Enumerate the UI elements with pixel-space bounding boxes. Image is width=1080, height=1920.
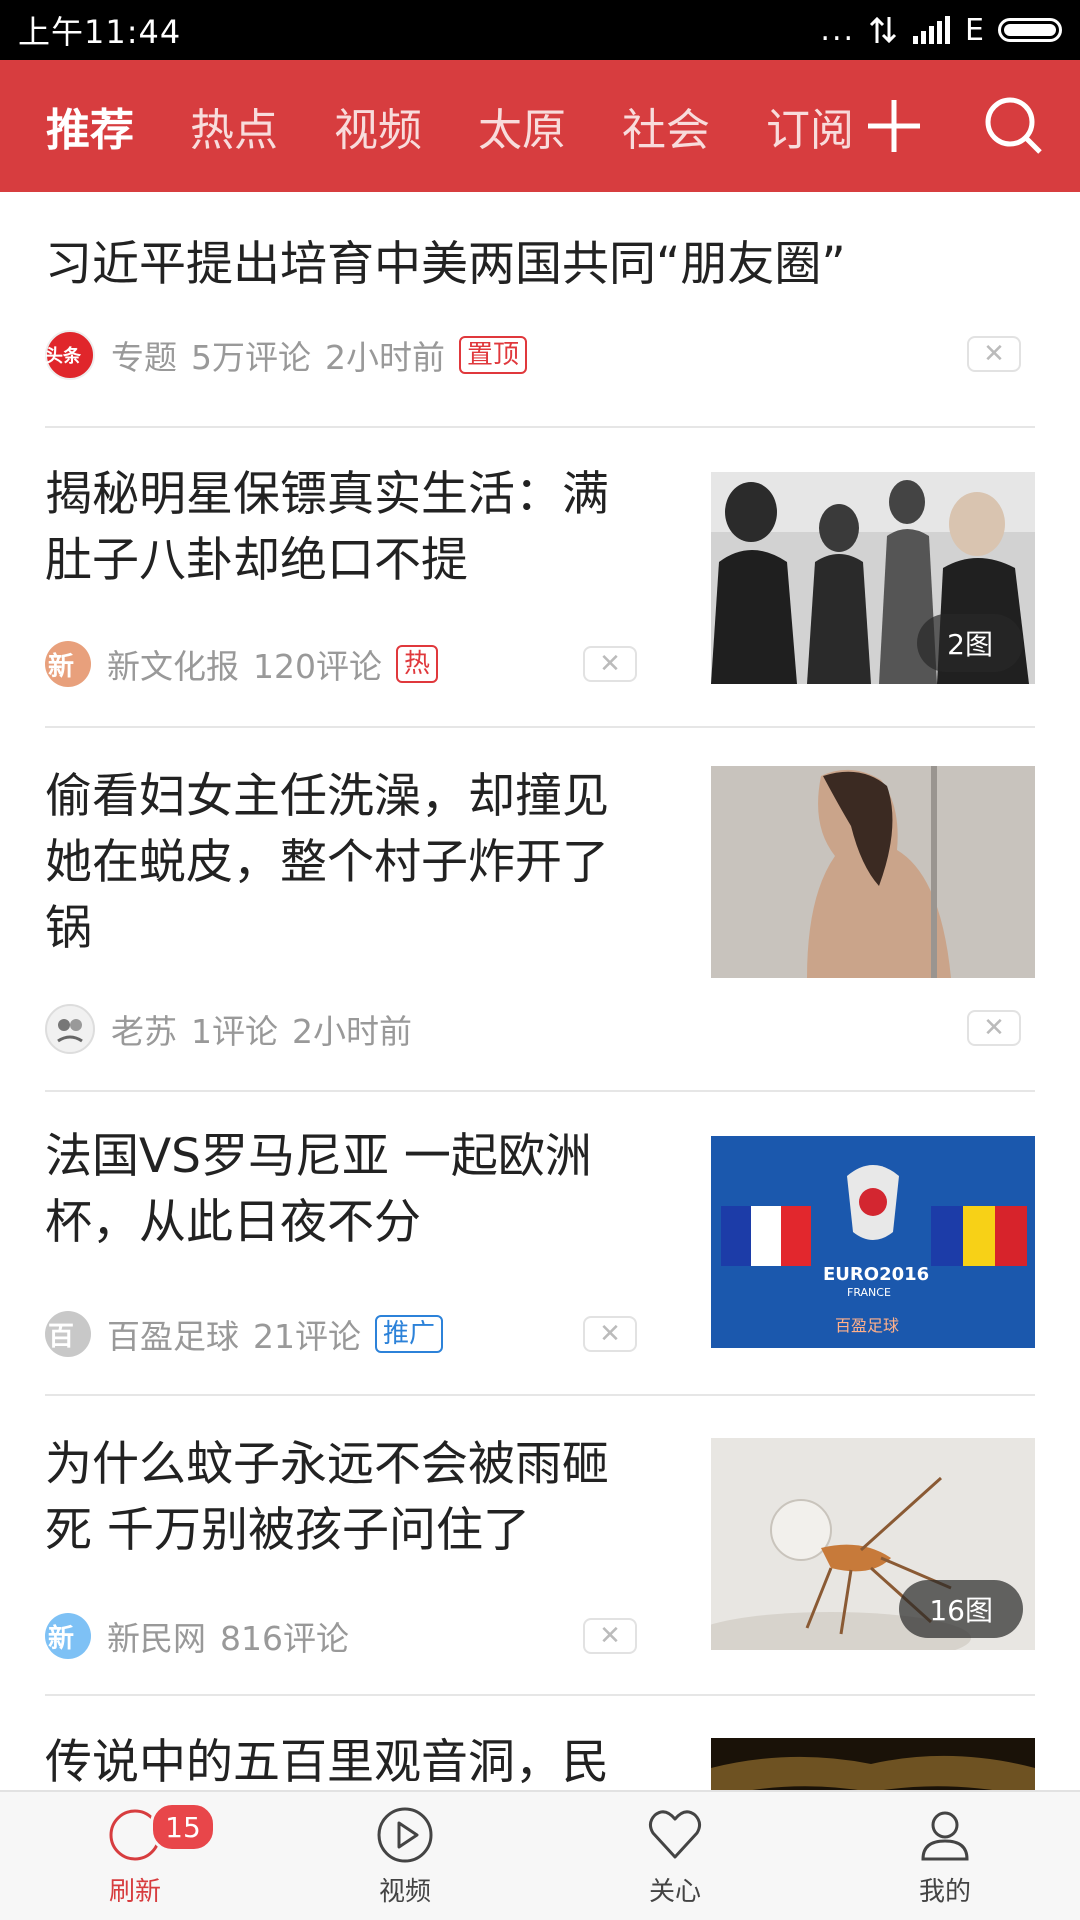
news-title: 揭秘明星保镖真实生活：满肚子八卦却绝口不提 [45, 467, 609, 588]
news-source: 新文化报 [107, 647, 239, 686]
status-time: 上午11:44 [18, 13, 182, 51]
cartoon-avatar-icon [57, 1019, 83, 1043]
news-item[interactable]: 法国VS罗马尼亚 一起欧洲杯，从此日夜不分 百 百盈足球 21评论 推广 ✕ E… [45, 1092, 1035, 1396]
publish-time: 2小时前 [292, 1012, 412, 1051]
euro-country-text: FRANCE [847, 1286, 891, 1299]
news-meta: 百 百盈足球 21评论 推广 [45, 1310, 457, 1358]
comment-count: 120评论 [253, 647, 382, 686]
nav-refresh[interactable]: 刷新 15 [0, 1792, 270, 1920]
news-meta: 新 新文化报 120评论 热 [45, 640, 452, 688]
nav-care[interactable]: 关心 [540, 1792, 810, 1920]
user-icon [921, 1811, 969, 1861]
tab-video[interactable]: 视频 [334, 94, 422, 158]
nav-video[interactable]: 视频 [270, 1792, 540, 1920]
image-count-badge: 16图 [899, 1580, 1023, 1638]
nav-care-label: 关心 [648, 1877, 701, 1907]
nav-video-label: 视频 [378, 1877, 431, 1907]
dismiss-button[interactable]: ✕ [967, 336, 1021, 372]
dismiss-button[interactable]: ✕ [967, 1010, 1021, 1046]
news-source: 新民网 [107, 1619, 206, 1658]
euro-logo-text: EURO2016 [823, 1264, 930, 1285]
source-avatar [45, 1004, 95, 1054]
news-source: 老苏 [111, 1012, 177, 1051]
news-item[interactable]: 习近平提出培育中美两国共同“朋友圈” 头条 专题 5万评论 2小时前 置顶 ✕ [45, 192, 1035, 428]
tab-hot[interactable]: 热点 [190, 94, 278, 158]
heart-icon [648, 1810, 702, 1859]
comment-count: 816评论 [220, 1619, 349, 1658]
top-nav: 推荐 热点 视频 太原 社会 订阅 [0, 60, 1080, 192]
close-icon: ✕ [983, 339, 1005, 369]
nav-mine-label: 我的 [918, 1877, 971, 1907]
news-meta: 头条 专题 5万评论 2小时前 置顶 [45, 330, 541, 380]
battery-icon [998, 18, 1062, 42]
close-icon: ✕ [599, 649, 621, 679]
source-avatar: 百 [45, 1311, 91, 1357]
news-meta: 新 新民网 816评论 [45, 1612, 363, 1660]
image-brand-text: 百盈足球 [835, 1316, 900, 1335]
news-source: 专题 [111, 338, 177, 377]
news-item[interactable]: 揭秘明星保镖真实生活：满肚子八卦却绝口不提 新 新文化报 120评论 热 ✕ 2… [45, 428, 1035, 728]
search-icon [985, 97, 1042, 154]
signal-icon [913, 16, 951, 44]
status-bar: 上午11:44 ... E [0, 0, 1080, 60]
status-icons: ... E [820, 13, 1062, 48]
more-dots-icon: ... [820, 12, 856, 48]
news-thumbnail[interactable] [711, 766, 1035, 978]
news-item[interactable]: 偷看妇女主任洗澡，却撞见她在蜕皮，整个村子炸开了锅 老苏 1评论 2小时前 ✕ [45, 728, 1035, 1092]
dismiss-button[interactable]: ✕ [583, 1618, 637, 1654]
news-item[interactable]: 为什么蚊子永远不会被雨砸死 千万别被孩子问住了 新 新民网 816评论 ✕ 16… [45, 1396, 1035, 1696]
source-avatar: 头条 [45, 330, 95, 380]
video-play-icon [377, 1807, 433, 1863]
tab-society[interactable]: 社会 [622, 94, 710, 158]
dismiss-button[interactable]: ✕ [583, 1316, 637, 1352]
image-count-badge: 2图 [917, 614, 1023, 672]
close-icon: ✕ [599, 1319, 621, 1349]
publish-time: 2小时前 [325, 338, 445, 377]
category-tabs: 推荐 热点 视频 太原 社会 订阅 [0, 60, 886, 192]
close-icon: ✕ [983, 1013, 1005, 1043]
search-button[interactable] [966, 78, 1062, 174]
shower-photo [711, 766, 1035, 978]
plus-icon [868, 100, 920, 152]
pinned-tag: 置顶 [459, 336, 528, 374]
tab-taiyuan[interactable]: 太原 [478, 94, 566, 158]
comment-count: 21评论 [253, 1317, 361, 1356]
news-feed: 习近平提出培育中美两国共同“朋友圈” 头条 专题 5万评论 2小时前 置顶 ✕ … [0, 192, 1080, 1920]
comment-count: 1评论 [191, 1012, 278, 1051]
add-channel-button[interactable] [846, 78, 942, 174]
news-thumbnail[interactable]: 16图 [711, 1438, 1035, 1650]
romania-flag [931, 1206, 1027, 1266]
news-title: 为什么蚊子永远不会被雨砸死 千万别被孩子问住了 [45, 1437, 609, 1558]
source-avatar: 新 [45, 641, 91, 687]
promoted-tag: 推广 [375, 1315, 444, 1353]
news-source: 百盈足球 [107, 1317, 239, 1356]
dismiss-button[interactable]: ✕ [583, 646, 637, 682]
comment-count: 5万评论 [191, 338, 311, 377]
france-flag [721, 1206, 811, 1266]
news-thumbnail[interactable]: EURO2016 FRANCE 百盈足球 [711, 1136, 1035, 1348]
close-icon: ✕ [599, 1621, 621, 1651]
tab-recommend[interactable]: 推荐 [46, 94, 134, 158]
news-title: 偷看妇女主任洗澡，却撞见她在蜕皮，整个村子炸开了锅 [45, 769, 609, 956]
network-type: E [965, 12, 984, 48]
news-meta: 老苏 1评论 2小时前 [45, 1004, 426, 1054]
news-thumbnail[interactable]: 2图 [711, 472, 1035, 684]
news-title: 传说中的五百里观音洞，民 [45, 1735, 609, 1790]
app-screen: 上午11:44 ... E 推荐 热点 视频 太原 社会 订阅 习近平提出培育中… [0, 0, 1080, 1920]
nav-refresh-label: 刷新 [108, 1877, 161, 1907]
hot-tag: 热 [396, 645, 439, 683]
tab-subscribe[interactable]: 订阅 [766, 94, 854, 158]
notification-badge: 15 [150, 1802, 216, 1852]
news-title: 习近平提出培育中美两国共同“朋友圈” [45, 237, 846, 292]
nav-mine[interactable]: 我的 [810, 1792, 1080, 1920]
news-title: 法国VS罗马尼亚 一起欧洲杯，从此日夜不分 [45, 1129, 592, 1250]
data-transfer-icon [869, 16, 897, 44]
bottom-nav: 刷新 15 视频 关心 我的 [0, 1790, 1080, 1920]
source-avatar: 新 [45, 1613, 91, 1659]
